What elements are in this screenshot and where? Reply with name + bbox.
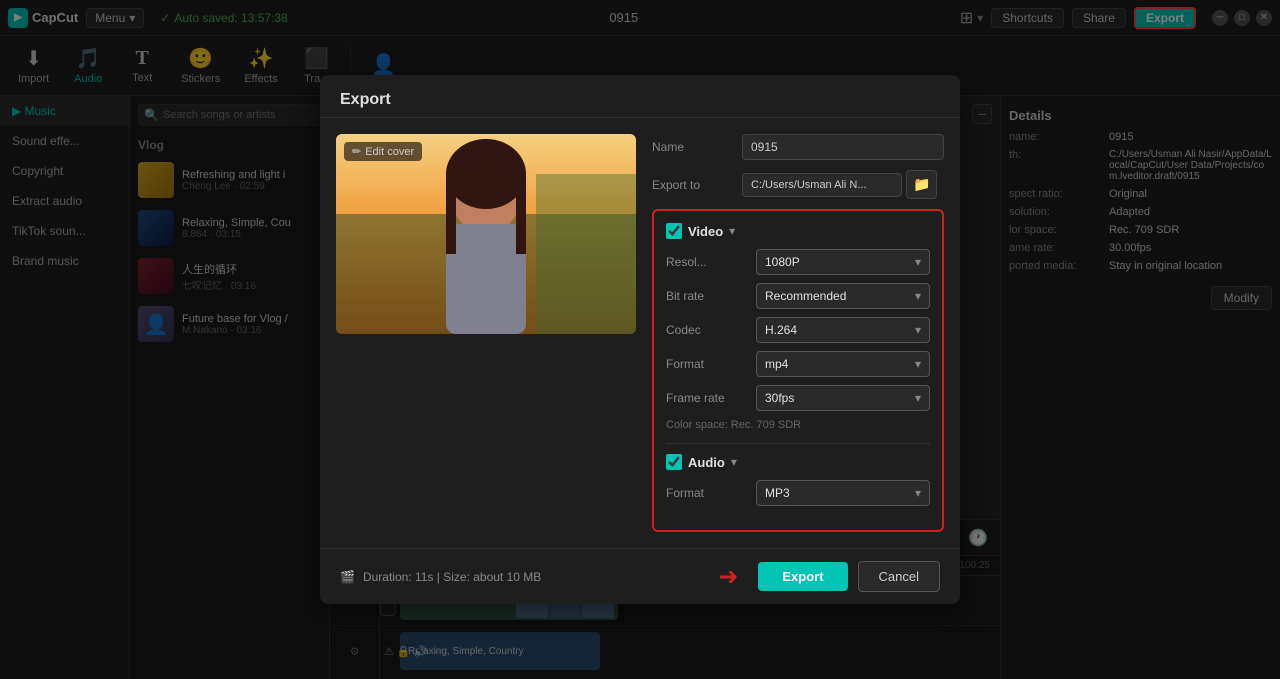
export-btn-container: ➜ Export <box>758 562 847 591</box>
codec-row: Codec H.264 ▾ <box>666 317 930 343</box>
dialog-info: 🎬 Duration: 11s | Size: about 10 MB <box>340 570 541 584</box>
dialog-title: Export <box>340 91 391 108</box>
name-label: Name <box>652 140 742 154</box>
audio-section-title: Audio <box>688 455 725 470</box>
video-section-header: Video ▾ <box>666 223 930 239</box>
video-section: Video ▾ Resol... 1080P ▾ Bit rate <box>666 223 930 431</box>
video-section-title: Video <box>688 224 723 239</box>
export-path-input[interactable] <box>742 173 902 197</box>
video-format-select[interactable]: mp4 ▾ <box>756 351 930 377</box>
bitrate-label: Bit rate <box>666 289 756 303</box>
export-settings-panel: Video ▾ Resol... 1080P ▾ Bit rate <box>652 209 944 532</box>
dialog-export-button[interactable]: Export <box>758 562 847 591</box>
bitrate-value: Recommended <box>765 289 846 303</box>
codec-arrow: ▾ <box>915 323 921 337</box>
codec-label: Codec <box>666 323 756 337</box>
dialog-cancel-button[interactable]: Cancel <box>858 561 940 592</box>
dialog-preview: ✏ ✏ Edit cover Edit cover <box>336 134 636 532</box>
codec-value: H.264 <box>765 323 797 337</box>
edit-icon: ✏ <box>352 145 361 158</box>
export-dialog: Export <box>320 75 960 604</box>
video-enabled-checkbox[interactable] <box>666 223 682 239</box>
video-section-arrow: ▾ <box>729 224 735 238</box>
export-to-label: Export to <box>652 178 742 192</box>
dialog-footer: 🎬 Duration: 11s | Size: about 10 MB ➜ Ex… <box>320 548 960 604</box>
name-input[interactable] <box>742 134 944 160</box>
audio-format-row: Format MP3 ▾ <box>666 480 930 506</box>
format-row: Format mp4 ▾ <box>666 351 930 377</box>
video-format-label: Format <box>666 357 756 371</box>
dialog-body: ✏ ✏ Edit cover Edit cover Name Export to <box>320 118 960 548</box>
bitrate-select[interactable]: Recommended ▾ <box>756 283 930 309</box>
audio-format-arrow: ▾ <box>915 486 921 500</box>
resolution-value: 1080P <box>765 255 800 269</box>
dialog-header: Export <box>320 75 960 118</box>
arrow-indicator: ➜ <box>718 562 738 591</box>
export-dialog-overlay: Export <box>0 0 1280 679</box>
framerate-arrow: ▾ <box>915 391 921 405</box>
audio-format-label: Format <box>666 486 756 500</box>
bitrate-arrow: ▾ <box>915 289 921 303</box>
audio-section-header: Audio ▾ <box>666 454 930 470</box>
duration-size-info: Duration: 11s | Size: about 10 MB <box>363 570 541 584</box>
audio-format-value: MP3 <box>765 486 790 500</box>
framerate-label: Frame rate <box>666 391 756 405</box>
framerate-value: 30fps <box>765 391 794 405</box>
audio-section-arrow: ▾ <box>731 455 737 469</box>
portrait-svg <box>336 134 636 334</box>
video-format-value: mp4 <box>765 357 788 371</box>
dialog-actions: ➜ Export Cancel <box>758 561 940 592</box>
video-format-arrow: ▾ <box>915 357 921 371</box>
resolution-row: Resol... 1080P ▾ <box>666 249 930 275</box>
audio-format-select[interactable]: MP3 ▾ <box>756 480 930 506</box>
browse-folder-button[interactable]: 📁 <box>906 170 937 199</box>
edit-cover-button[interactable]: ✏ ✏ Edit cover Edit cover <box>344 142 422 161</box>
export-to-row: Export to 📁 <box>652 170 944 199</box>
audio-section: Audio ▾ Format MP3 ▾ <box>666 454 930 506</box>
codec-select[interactable]: H.264 ▾ <box>756 317 930 343</box>
film-icon: 🎬 <box>340 570 355 584</box>
preview-image-container: ✏ ✏ Edit cover Edit cover <box>336 134 636 334</box>
resolution-label: Resol... <box>666 255 756 269</box>
audio-enabled-checkbox[interactable] <box>666 454 682 470</box>
dialog-form: Name Export to 📁 <box>652 134 944 532</box>
resolution-arrow: ▾ <box>915 255 921 269</box>
resolution-select[interactable]: 1080P ▾ <box>756 249 930 275</box>
framerate-row: Frame rate 30fps ▾ <box>666 385 930 411</box>
colorspace-note: Color space: Rec. 709 SDR <box>666 419 930 431</box>
export-to-path: 📁 <box>742 170 937 199</box>
bitrate-row: Bit rate Recommended ▾ <box>666 283 930 309</box>
name-row: Name <box>652 134 944 160</box>
section-divider <box>666 443 930 444</box>
framerate-select[interactable]: 30fps ▾ <box>756 385 930 411</box>
